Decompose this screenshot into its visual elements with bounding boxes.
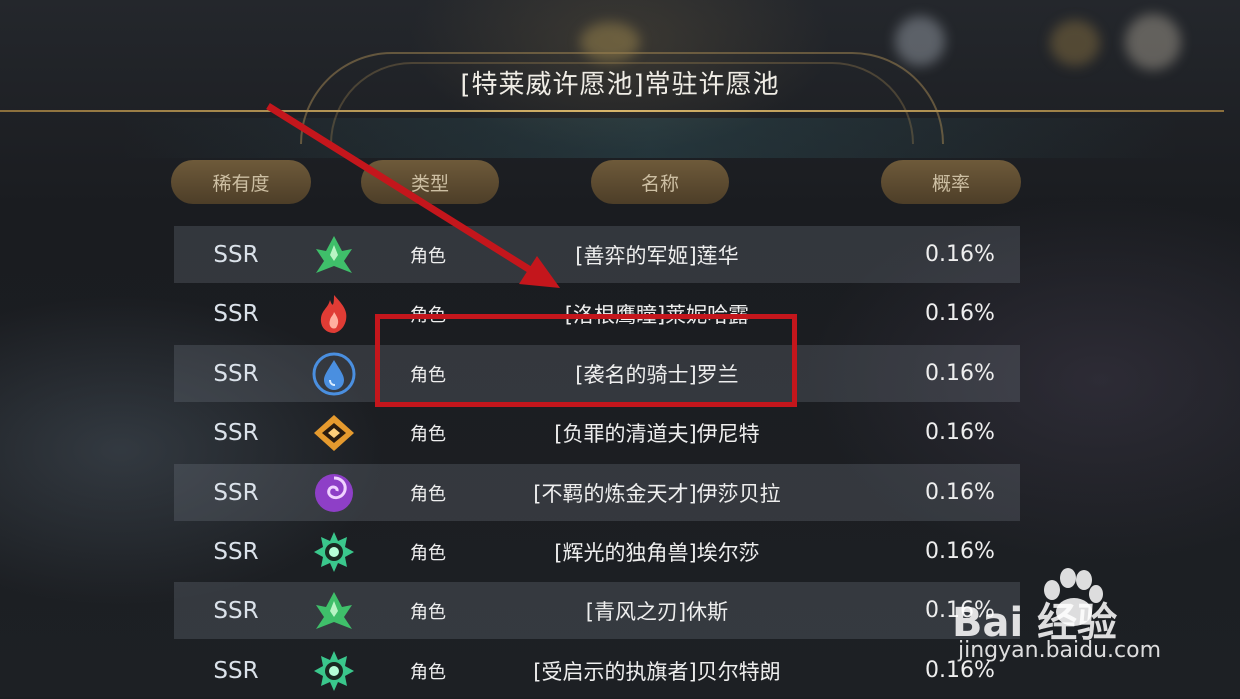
baidu-watermark: Bai 经验 jingyan.baidu.com	[952, 568, 1212, 678]
watermark-url: jingyan.baidu.com	[958, 638, 1162, 663]
